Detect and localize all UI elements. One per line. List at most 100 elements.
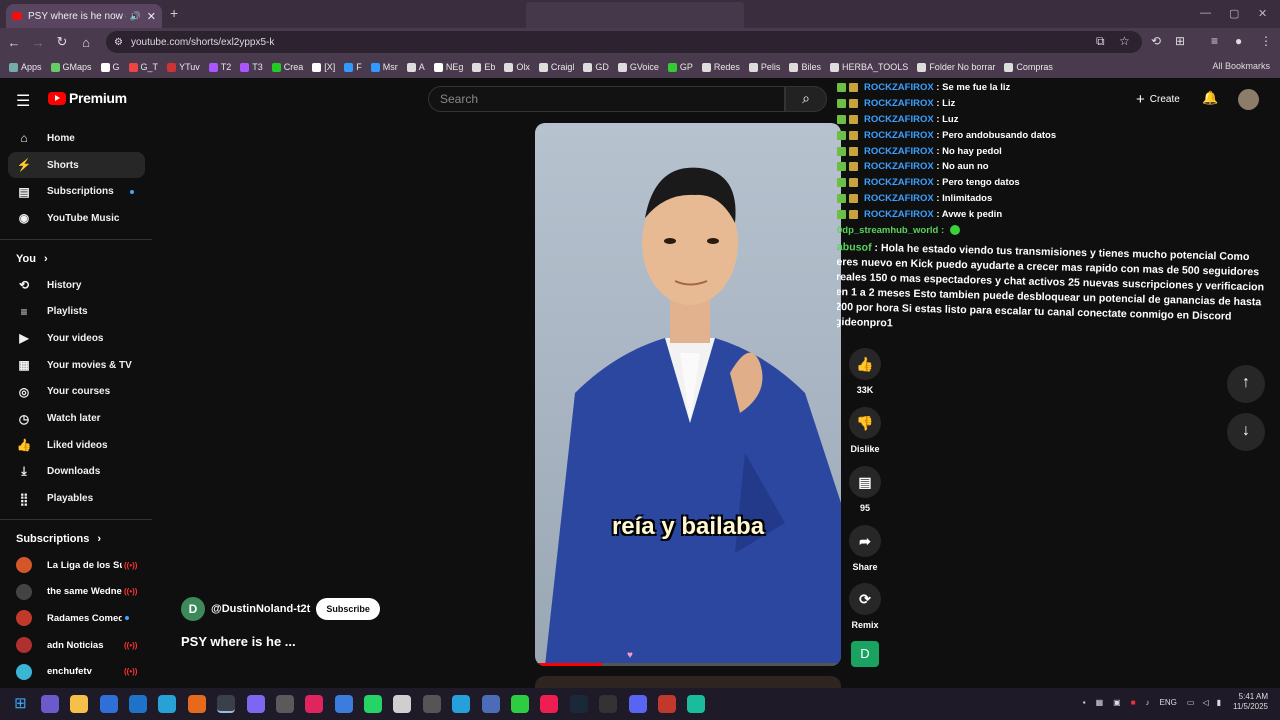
- file-explorer-icon[interactable]: [70, 695, 89, 713]
- maximize-icon[interactable]: ▢: [1229, 7, 1239, 20]
- sidebar-item-your-movies-tv[interactable]: ▦ Your movies & TV: [0, 352, 155, 379]
- install-app-icon[interactable]: ⧉: [1096, 34, 1105, 49]
- vpn-icon[interactable]: [481, 695, 500, 713]
- search-input[interactable]: Search: [428, 86, 785, 112]
- bookmark-item[interactable]: HERBA_TOOLS: [829, 62, 908, 72]
- channel-avatar[interactable]: D: [181, 597, 205, 621]
- all-bookmarks-button[interactable]: All Bookmarks: [1212, 61, 1270, 71]
- app-green-icon[interactable]: [511, 695, 530, 713]
- app-icon[interactable]: [334, 695, 353, 713]
- browser-menu-icon[interactable]: ⋮: [1260, 34, 1272, 48]
- outlook-icon[interactable]: [128, 695, 147, 713]
- bookmark-item[interactable]: G_T: [128, 62, 158, 72]
- remix-button[interactable]: ⟳ Remix: [848, 583, 882, 630]
- dislike-button[interactable]: 👎 Dislike: [848, 407, 882, 454]
- sidebar-item-your-videos[interactable]: ▶ Your videos: [0, 325, 155, 352]
- media-player-icon[interactable]: [305, 695, 324, 713]
- bookmark-item[interactable]: Craigl: [538, 62, 574, 72]
- video-progress-bar[interactable]: [535, 663, 841, 666]
- bookmark-item[interactable]: GVoice: [617, 62, 659, 72]
- bookmark-item[interactable]: Eb: [472, 62, 495, 72]
- settings-icon[interactable]: [422, 695, 441, 713]
- firefox-icon[interactable]: [187, 695, 206, 713]
- clock[interactable]: 5:41 AM 11/5/2025: [1233, 692, 1268, 712]
- spreadsheet-icon[interactable]: [452, 695, 471, 713]
- windows-start-icon[interactable]: ⊞: [11, 695, 29, 713]
- sidebar-item-downloads[interactable]: ⤓ Downloads: [0, 459, 155, 486]
- home-icon[interactable]: ⌂: [76, 35, 96, 50]
- calculator-icon[interactable]: [275, 695, 294, 713]
- language-indicator[interactable]: ENG: [1160, 698, 1177, 707]
- history-icon[interactable]: ⟲: [1151, 34, 1161, 48]
- back-icon[interactable]: ←: [4, 35, 24, 50]
- sidebar-item-subscriptions[interactable]: ▤ Subscriptions: [0, 178, 155, 205]
- reload-icon[interactable]: ↻: [52, 34, 72, 50]
- steam-icon[interactable]: [569, 695, 588, 713]
- browser-tab[interactable]: PSY where is he now #fyp # 🔊 ✕: [6, 4, 162, 28]
- bookmark-item[interactable]: Crea: [271, 62, 303, 72]
- sidebar-item-watch-later[interactable]: ◷ Watch later: [0, 405, 155, 432]
- bookmark-star-icon[interactable]: ☆: [1119, 34, 1130, 48]
- subscription-item[interactable]: adn Noticias ((•)): [0, 632, 155, 659]
- tray-app-icon[interactable]: ■: [1131, 698, 1136, 707]
- subscription-item[interactable]: Radames Comedy: [0, 605, 155, 632]
- edge-icon[interactable]: [158, 695, 177, 713]
- tray-app-icon[interactable]: ▣: [1113, 698, 1121, 707]
- close-tab-icon[interactable]: ✕: [147, 10, 156, 23]
- sidebar-item-history[interactable]: ⟲ History: [0, 272, 155, 299]
- profile-icon[interactable]: ●: [1235, 34, 1242, 48]
- hamburger-menu-icon[interactable]: ☰: [16, 91, 30, 111]
- sidebar-item-playables[interactable]: ⣿ Playables: [0, 485, 155, 512]
- youtube-premium-logo[interactable]: Premium: [48, 90, 127, 106]
- battery-icon[interactable]: ▮: [1217, 698, 1221, 707]
- app-red-icon[interactable]: [657, 695, 676, 713]
- sidebar-item-your-courses[interactable]: ◎ Your courses: [0, 379, 155, 406]
- forward-icon[interactable]: →: [28, 35, 48, 50]
- volume-icon[interactable]: ◁: [1202, 698, 1208, 707]
- channel-handle[interactable]: @DustinNoland-t2t: [211, 603, 310, 615]
- chrome-icon[interactable]: [217, 695, 236, 713]
- bookmark-item[interactable]: Pelis: [748, 62, 780, 72]
- whatsapp-icon[interactable]: [364, 695, 383, 713]
- bookmark-item[interactable]: GD: [583, 62, 609, 72]
- sidebar-item-playlists[interactable]: ≡ Playlists: [0, 298, 155, 325]
- bookmark-item[interactable]: GP: [667, 62, 693, 72]
- close-window-icon[interactable]: ✕: [1258, 7, 1267, 20]
- video-title[interactable]: PSY where is he ...: [181, 634, 296, 649]
- bookmark-item[interactable]: [X]: [312, 62, 335, 72]
- sidebar-item-shorts[interactable]: ⚡ Shorts: [8, 151, 145, 179]
- comments-button[interactable]: ▤ 95: [848, 466, 882, 513]
- bookmark-item[interactable]: Olx: [504, 62, 530, 72]
- search-button[interactable]: ⌕: [785, 86, 827, 112]
- network-icon[interactable]: ▭: [1187, 698, 1195, 707]
- bookmark-item[interactable]: Apps: [9, 62, 42, 72]
- media-controls-icon[interactable]: ≡: [1211, 34, 1218, 48]
- sound-avatar[interactable]: D: [851, 641, 879, 667]
- store-icon[interactable]: [99, 695, 118, 713]
- subscribe-button[interactable]: Subscribe: [316, 598, 380, 620]
- subscription-item[interactable]: the same Wedne... ((•)): [0, 579, 155, 606]
- bookmark-item[interactable]: Msr: [370, 62, 398, 72]
- url-field[interactable]: ⚙ youtube.com/shorts/exl2yppx5-k: [106, 31, 1142, 53]
- bookmark-item[interactable]: F: [344, 62, 362, 72]
- minimize-icon[interactable]: —: [1200, 7, 1211, 19]
- sidebar-item-youtube-music[interactable]: ◉ YouTube Music: [0, 205, 155, 232]
- bookmark-item[interactable]: T2: [208, 62, 231, 72]
- teams-icon[interactable]: [246, 695, 265, 713]
- copilot-icon[interactable]: [40, 695, 59, 713]
- subscriptions-section-heading[interactable]: Subscriptions ›: [0, 526, 155, 552]
- share-button[interactable]: ➦ Share: [848, 525, 882, 572]
- bookmark-item[interactable]: YTuv: [167, 62, 200, 72]
- speaker-icon[interactable]: 🔊: [130, 11, 141, 22]
- bookmark-item[interactable]: GMaps: [50, 62, 92, 72]
- bookmark-item[interactable]: T3: [240, 62, 263, 72]
- microphone-icon[interactable]: ♪: [1146, 698, 1150, 707]
- sidebar-item-home[interactable]: ⌂ Home: [0, 125, 155, 152]
- bookmark-item[interactable]: G: [100, 62, 120, 72]
- tiktok-icon[interactable]: [540, 695, 559, 713]
- tray-app-icon[interactable]: ▪: [1083, 698, 1086, 707]
- bookmark-item[interactable]: NEg: [433, 62, 463, 72]
- tray-app-icon[interactable]: ▦: [1096, 698, 1104, 707]
- bookmark-item[interactable]: Biles: [789, 62, 821, 72]
- bookmark-item[interactable]: Redes: [701, 62, 740, 72]
